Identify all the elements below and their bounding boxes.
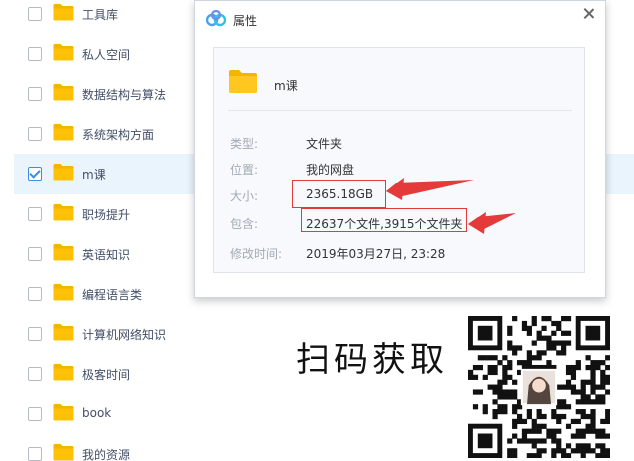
property-label: 包含: xyxy=(230,217,259,231)
property-value: 2019年03月27日, 23:28 xyxy=(306,247,446,261)
dialog-title: 属性 xyxy=(233,14,258,28)
file-name[interactable]: 英语知识 xyxy=(82,246,130,263)
folder-icon xyxy=(53,4,74,21)
properties-dialog: 属性 m课 类型: 文件夹 位置: 我的网盘 大小: 2365.18GB 包含: 22637个… xyxy=(194,0,606,298)
row-checkbox[interactable] xyxy=(28,367,42,381)
file-name[interactable]: 编程语言类 xyxy=(82,286,142,303)
row-checkbox[interactable] xyxy=(28,47,42,61)
row-checkbox[interactable] xyxy=(28,407,42,421)
file-name[interactable]: 数据结构与算法 xyxy=(82,86,166,103)
file-name[interactable]: 私人空间 xyxy=(82,46,130,63)
file-name[interactable]: 工具库 xyxy=(82,6,118,23)
folder-icon xyxy=(53,244,74,261)
file-name[interactable]: book xyxy=(82,406,111,420)
file-name[interactable]: 系统架构方面 xyxy=(82,126,154,143)
file-name[interactable]: 计算机网络知识 xyxy=(82,326,166,343)
folder-icon xyxy=(53,444,74,461)
property-value: 我的网盘 xyxy=(306,163,355,177)
row-checkbox[interactable] xyxy=(28,287,42,301)
folder-icon xyxy=(53,124,74,141)
highlight-box xyxy=(301,208,467,232)
row-checkbox[interactable] xyxy=(28,87,42,101)
folder-icon xyxy=(53,84,74,101)
row-checkbox[interactable] xyxy=(28,7,42,21)
close-icon[interactable] xyxy=(581,6,597,22)
highlight-box xyxy=(292,180,386,208)
row-checkbox[interactable] xyxy=(28,247,42,261)
property-label: 大小: xyxy=(230,189,259,203)
row-checkbox[interactable] xyxy=(28,127,42,141)
promo-text: 扫码获取 xyxy=(296,340,448,380)
qr-code-icon xyxy=(468,316,610,458)
folder-icon xyxy=(229,70,257,93)
row-checkbox[interactable] xyxy=(28,447,42,461)
baidu-netdisk-logo-icon xyxy=(206,10,226,27)
property-value: 文件夹 xyxy=(306,137,343,151)
folder-icon xyxy=(53,364,74,381)
property-label: 位置: xyxy=(230,163,259,177)
folder-icon xyxy=(53,204,74,221)
file-name[interactable]: 我的资源 xyxy=(82,446,130,461)
divider xyxy=(228,110,572,111)
file-name[interactable]: m课 xyxy=(82,166,106,183)
folder-icon xyxy=(53,164,74,181)
folder-name: m课 xyxy=(274,79,298,93)
property-label: 修改时间: xyxy=(230,247,283,261)
folder-icon xyxy=(53,44,74,61)
file-name[interactable]: 极客时间 xyxy=(82,366,130,383)
folder-icon xyxy=(53,324,74,341)
folder-icon xyxy=(53,284,74,301)
property-label: 类型: xyxy=(230,137,259,151)
row-checkbox[interactable] xyxy=(28,327,42,341)
row-checkbox[interactable] xyxy=(28,207,42,221)
dialog-content: m课 类型: 文件夹 位置: 我的网盘 大小: 2365.18GB 包含: 22637个文件,… xyxy=(213,47,585,273)
folder-icon xyxy=(53,404,74,421)
dialog-header: 属性 xyxy=(195,1,605,39)
file-name[interactable]: 职场提升 xyxy=(82,206,130,223)
row-checkbox[interactable] xyxy=(28,167,42,181)
